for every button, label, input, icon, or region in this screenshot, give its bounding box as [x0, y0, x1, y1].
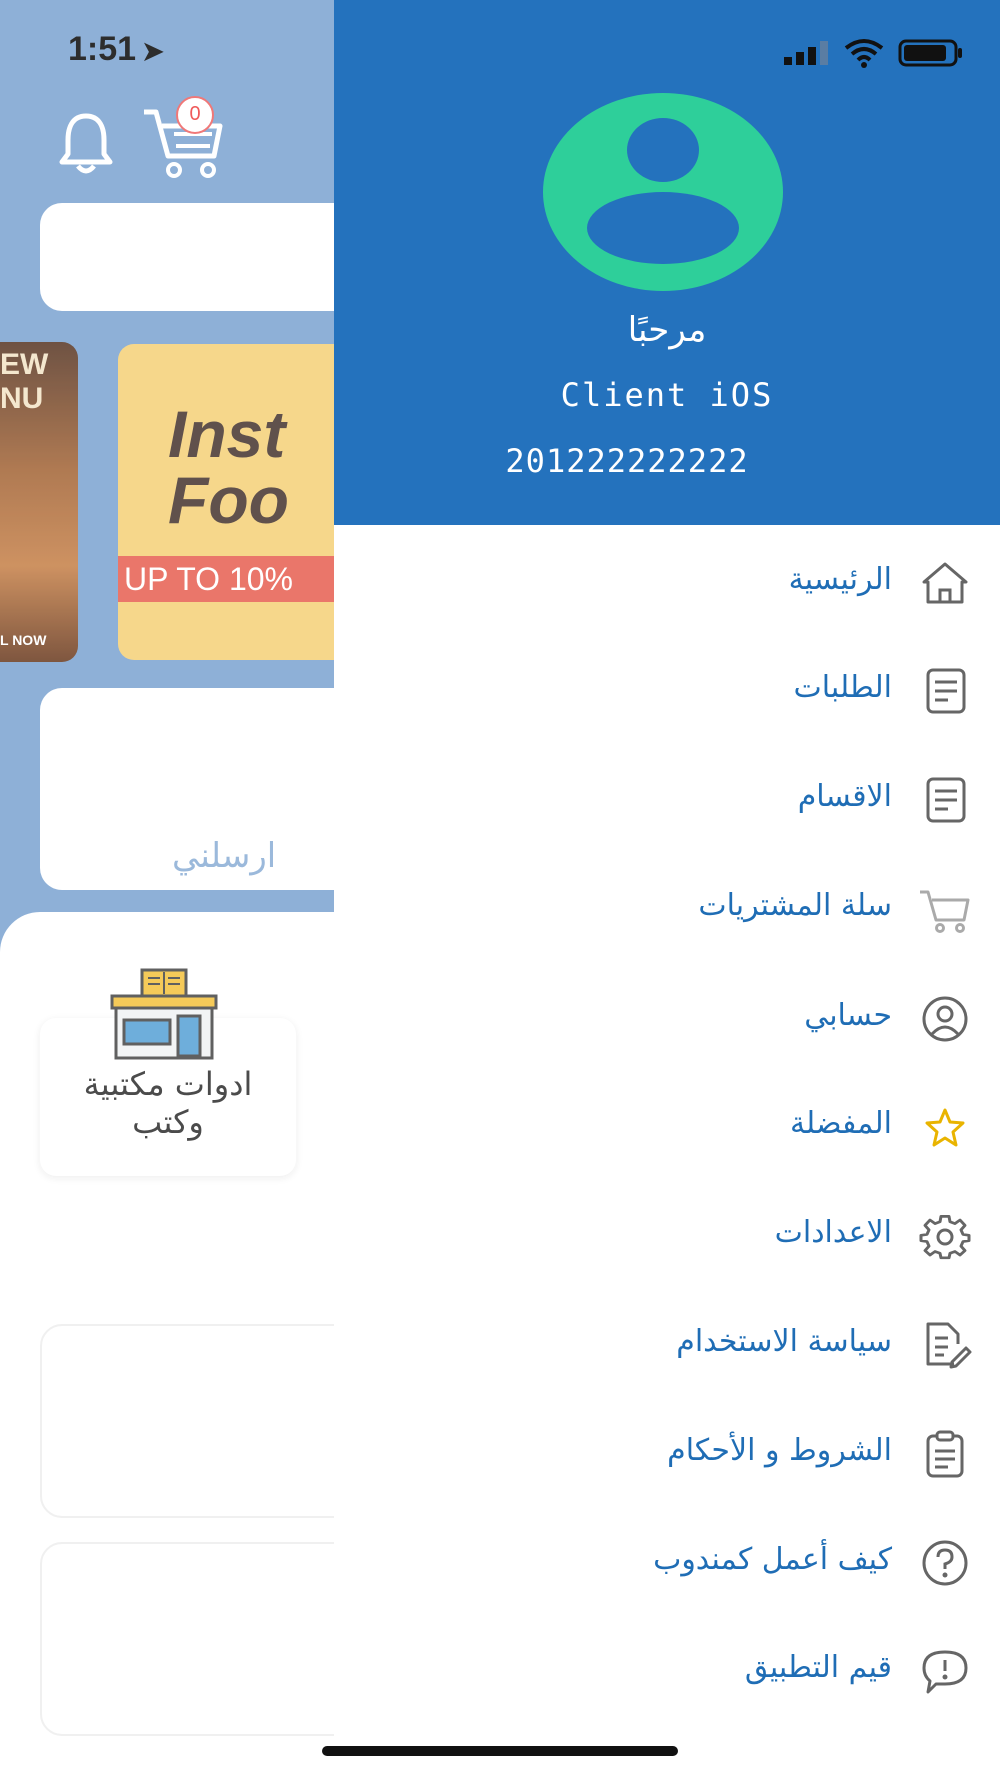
menu-item-rate-app[interactable]: قيم التطبيق — [334, 1636, 1000, 1706]
gear-icon — [919, 1215, 971, 1260]
document-icon — [926, 777, 966, 823]
menu-label: الطلبات — [793, 670, 892, 705]
menu-item-categories[interactable]: الاقسام — [334, 765, 1000, 835]
menu-label: الاعدادات — [774, 1215, 892, 1250]
menu-label: حسابي — [804, 998, 892, 1033]
clipboard-icon — [926, 1430, 964, 1478]
user-phone: 201222222222 — [505, 442, 749, 480]
wifi-icon — [844, 39, 884, 68]
cart-icon — [920, 890, 970, 933]
menu-item-favorites[interactable]: المفضلة — [334, 1092, 1000, 1162]
home-icon — [922, 562, 968, 604]
document-icon — [926, 668, 966, 714]
menu-item-usage-policy[interactable]: سياسة الاستخدام — [334, 1310, 1000, 1380]
home-indicator[interactable] — [322, 1746, 678, 1756]
menu-label: قيم التطبيق — [744, 1650, 892, 1685]
menu-label: سياسة الاستخدام — [676, 1324, 892, 1359]
menu-label: الشروط و الأحكام — [667, 1433, 892, 1468]
greeting: مرحبًا — [627, 310, 707, 350]
signal-icon — [784, 41, 828, 65]
menu-item-delegate-guide[interactable]: كيف أعمل كمندوب — [334, 1528, 1000, 1598]
menu-item-home[interactable]: الرئيسية — [334, 548, 1000, 618]
edit-document-icon — [926, 1322, 972, 1369]
menu-label: المفضلة — [789, 1106, 892, 1141]
avatar[interactable] — [542, 92, 784, 292]
battery-icon — [898, 39, 962, 67]
menu-item-terms[interactable]: الشروط و الأحكام — [334, 1419, 1000, 1489]
menu-item-cart[interactable]: سلة المشتريات — [334, 874, 1000, 944]
feedback-icon — [922, 1650, 968, 1694]
status-icons — [784, 38, 964, 68]
star-icon — [925, 1108, 965, 1147]
menu-item-account[interactable]: حسابي — [334, 984, 1000, 1054]
user-circle-icon — [922, 996, 968, 1042]
menu-item-settings[interactable]: الاعدادات — [334, 1201, 1000, 1271]
menu-label: سلة المشتريات — [698, 888, 892, 923]
menu-label: الرئيسية — [788, 562, 892, 597]
drawer-scrim[interactable] — [0, 0, 334, 1778]
side-drawer: مرحبًا Client iOS 201222222222 الرئيسية … — [334, 0, 1000, 1778]
menu-label: الاقسام — [797, 779, 892, 814]
menu-label: كيف أعمل كمندوب — [653, 1542, 892, 1577]
menu-item-orders[interactable]: الطلبات — [334, 656, 1000, 726]
user-name: Client iOS — [560, 376, 774, 414]
drawer-header: مرحبًا Client iOS 201222222222 — [334, 0, 1000, 525]
question-icon — [922, 1540, 968, 1586]
